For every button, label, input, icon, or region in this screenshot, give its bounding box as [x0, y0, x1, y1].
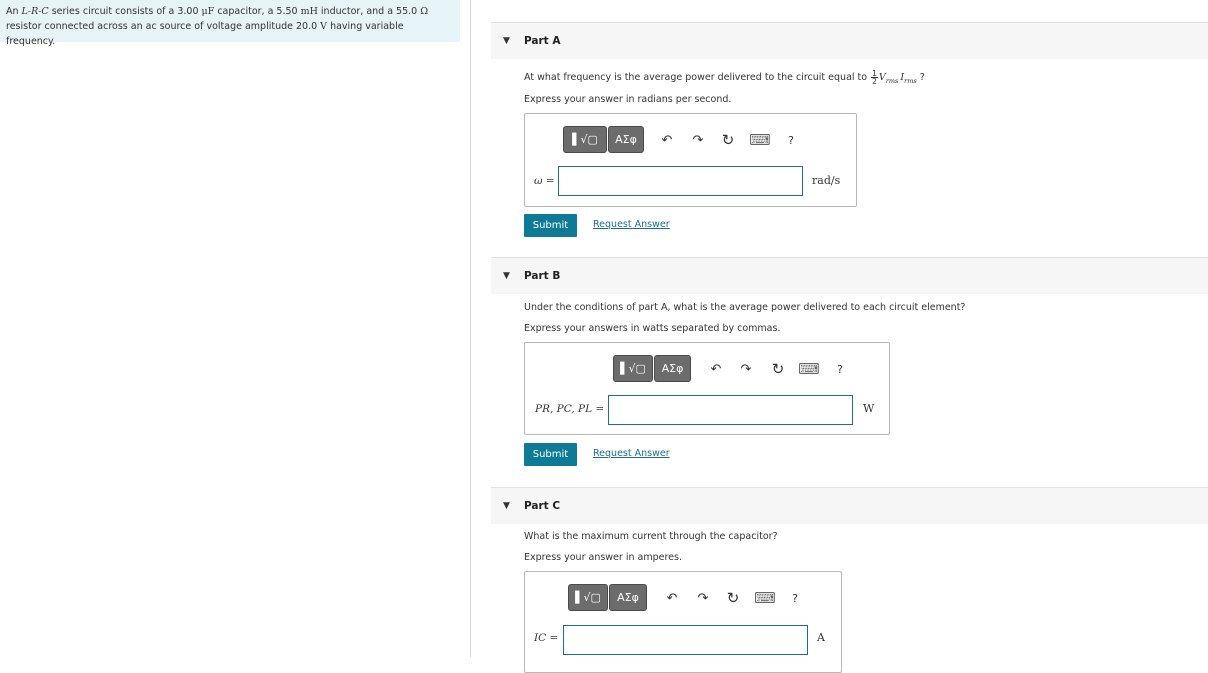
help-icon[interactable]: ?	[781, 130, 801, 150]
help-icon[interactable]: ?	[785, 588, 805, 608]
greek-icon: ΑΣφ	[661, 362, 684, 375]
part-b-title: Part B	[524, 270, 561, 282]
problem-statement: An L-R-C series circuit consists of a 3.…	[0, 0, 460, 47]
keyboard-icon[interactable]: ⌨	[754, 588, 776, 608]
greek-symbols-button[interactable]: ΑΣφ	[654, 355, 691, 382]
part-a-answer-box: ▌√▢ ΑΣφ ↶ ↷ ↻ ⌨ ? ω = rad/s	[524, 113, 857, 207]
current-subscript: rms	[904, 76, 917, 85]
greek-symbols-button[interactable]: ΑΣφ	[608, 126, 644, 153]
help-icon[interactable]: ?	[830, 359, 850, 379]
collapse-arrow-icon[interactable]: ▼	[503, 271, 510, 281]
problem-text: An	[6, 6, 22, 17]
resistance-unit: Ω	[420, 6, 429, 17]
power-input[interactable]	[608, 395, 853, 425]
reset-icon[interactable]: ↻	[718, 130, 738, 150]
part-c-instruction: Express your answer in amperes.	[524, 552, 682, 563]
reset-icon[interactable]: ↻	[723, 588, 743, 608]
keyboard-icon[interactable]: ⌨	[749, 130, 771, 150]
part-c-title: Part C	[524, 500, 561, 512]
current-label: IC =	[534, 632, 559, 644]
templates-icon: ▌√▢	[620, 362, 646, 375]
panel-divider	[470, 0, 471, 657]
part-a-instruction: Express your answer in radians per secon…	[524, 94, 732, 105]
part-b-header[interactable]: ▼ Part B	[491, 257, 1208, 294]
problem-text: series circuit consists of a 3.00	[48, 6, 202, 17]
unit-label: W	[863, 402, 875, 415]
part-c-question: What is the maximum current through the …	[524, 531, 778, 542]
part-a-submit-button[interactable]: Submit	[524, 214, 577, 237]
voltage-symbol: V	[878, 72, 886, 83]
greek-symbols-button[interactable]: ΑΣφ	[609, 584, 647, 611]
part-b-submit-button[interactable]: Submit	[524, 443, 577, 466]
collapse-arrow-icon[interactable]: ▼	[503, 36, 510, 46]
undo-icon[interactable]: ↶	[657, 130, 677, 150]
templates-button[interactable]: ▌√▢	[613, 355, 653, 382]
unit-label: rad/s	[812, 174, 841, 187]
capacitance-unit: μF	[201, 6, 215, 17]
redo-icon[interactable]: ↷	[736, 359, 756, 379]
part-b-answer-box: ▌√▢ ΑΣφ ↶ ↷ ↻ ⌨ ? PR, PC, PL = W	[524, 342, 890, 435]
omega-label: ω =	[534, 175, 555, 187]
part-b-question: Under the conditions of part A, what is …	[524, 302, 966, 313]
problem-line-2: resistor connected across an ac source o…	[6, 19, 454, 49]
templates-button[interactable]: ▌√▢	[568, 584, 608, 611]
question-text: ?	[916, 72, 925, 83]
power-variables-label: PR, PC, PL =	[535, 403, 605, 415]
omega-input[interactable]	[558, 166, 803, 196]
keyboard-icon[interactable]: ⌨	[798, 359, 820, 379]
templates-icon: ▌√▢	[575, 591, 601, 604]
current-input[interactable]	[563, 625, 808, 655]
inductance-unit: mH	[300, 6, 318, 17]
part-a-question: At what frequency is the average power d…	[524, 70, 925, 86]
problem-text: capacitor, a 5.50	[214, 6, 301, 17]
part-a-header[interactable]: ▼ Part A	[491, 22, 1208, 59]
collapse-arrow-icon[interactable]: ▼	[503, 501, 510, 511]
part-a-title: Part A	[524, 35, 561, 47]
templates-button[interactable]: ▌√▢	[563, 126, 607, 153]
redo-icon[interactable]: ↷	[688, 130, 708, 150]
redo-icon[interactable]: ↷	[693, 588, 713, 608]
part-a-request-answer-link[interactable]: Request Answer	[593, 219, 670, 230]
problem-text: inductor, and a 55.0	[317, 6, 421, 17]
undo-icon[interactable]: ↶	[706, 359, 726, 379]
problem-text: resistor connected across an ac source o…	[6, 21, 321, 32]
reset-icon[interactable]: ↻	[768, 359, 788, 379]
part-b-request-answer-link[interactable]: Request Answer	[593, 448, 670, 459]
templates-icon: ▌√▢	[572, 133, 598, 146]
fraction: 12	[871, 70, 878, 85]
part-c-answer-box: ▌√▢ ΑΣφ ↶ ↷ ↻ ⌨ ? IC = A	[524, 571, 842, 673]
part-c-header[interactable]: ▼ Part C	[491, 487, 1208, 524]
greek-icon: ΑΣφ	[615, 133, 637, 146]
unit-label: A	[817, 631, 825, 644]
circuit-type: L-R-C	[21, 6, 49, 17]
part-b-instruction: Express your answers in watts separated …	[524, 323, 781, 334]
question-text: At what frequency is the average power d…	[524, 72, 871, 83]
greek-icon: ΑΣφ	[617, 591, 639, 604]
problem-line-1: An L-R-C series circuit consists of a 3.…	[6, 4, 454, 19]
voltage-subscript: rms	[885, 76, 899, 85]
undo-icon[interactable]: ↶	[662, 588, 682, 608]
fraction-denominator: 2	[872, 77, 877, 86]
